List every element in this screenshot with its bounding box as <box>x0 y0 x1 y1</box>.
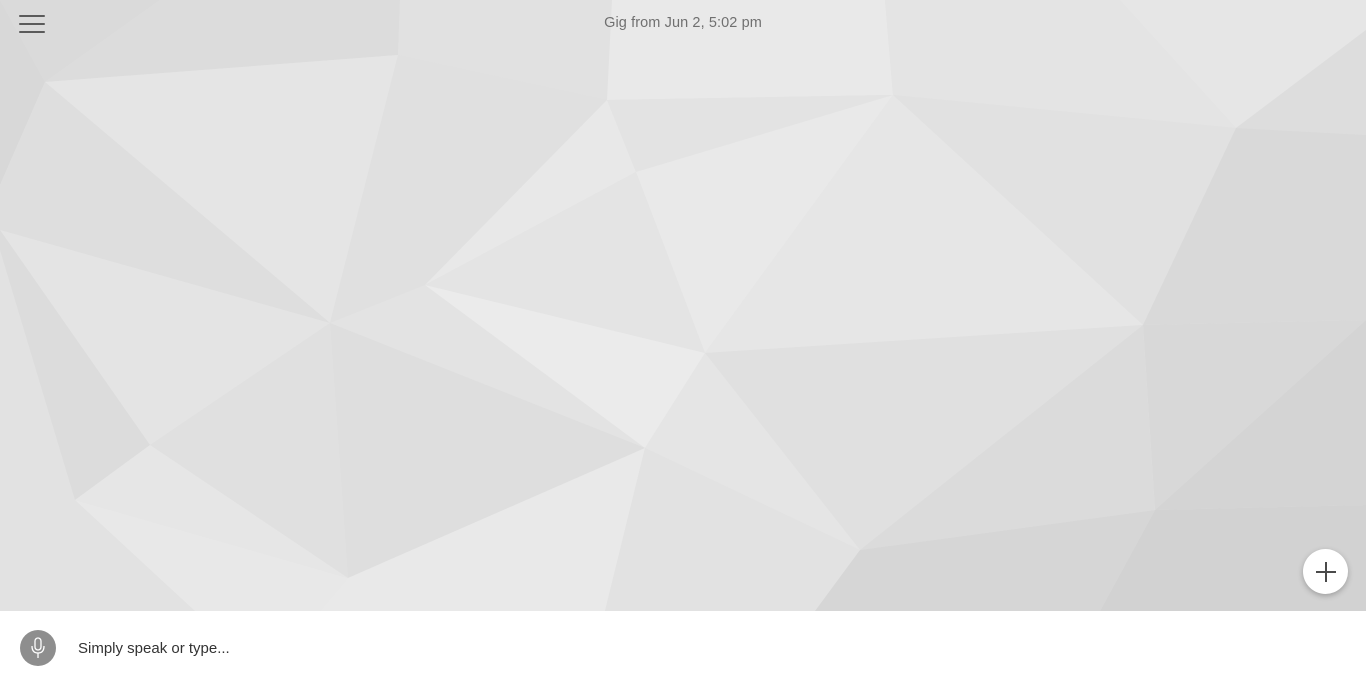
microphone-button[interactable] <box>20 630 56 666</box>
page-title: Gig from Jun 2, 5:02 pm <box>604 15 762 31</box>
background-canvas: Gig from Jun 2, 5:02 pm <box>0 0 1366 611</box>
hamburger-line <box>19 31 45 33</box>
plus-icon <box>1315 561 1336 582</box>
microphone-icon <box>31 637 45 658</box>
add-button[interactable] <box>1303 549 1348 594</box>
speak-or-type-input[interactable] <box>78 635 878 661</box>
app-window: Gig from Jun 2, 5:02 pm <box>0 0 1366 685</box>
polygon-background <box>0 0 1366 611</box>
input-bar <box>0 611 1366 685</box>
